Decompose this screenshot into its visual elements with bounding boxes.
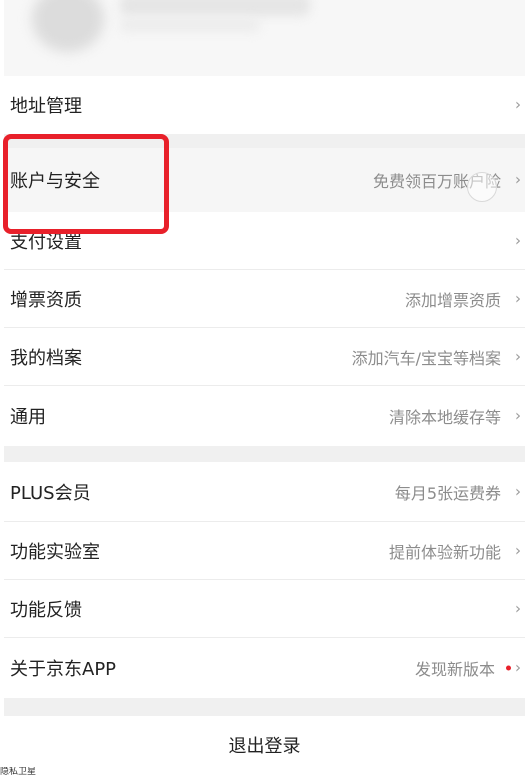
chevron-right-icon: › — [515, 541, 521, 560]
section-gap — [4, 698, 525, 716]
username-blurred — [120, 0, 310, 16]
section-gap — [4, 446, 525, 462]
row-value: 发现新版本 — [414, 660, 495, 679]
row-feature-lab[interactable]: 功能实验室 提前体验新功能 › — [4, 522, 525, 580]
highlight-box — [3, 134, 169, 234]
row-invoice-qualification[interactable]: 增票资质 添加增票资质 › — [4, 270, 525, 328]
profile-header[interactable] — [4, 0, 525, 76]
avatar — [32, 0, 104, 52]
row-label: 功能实验室 — [10, 542, 100, 563]
row-about-app[interactable]: 关于京东APP 发现新版本 › — [4, 638, 525, 698]
chevron-right-icon: › — [515, 289, 521, 308]
red-dot-icon — [506, 665, 511, 671]
row-value: 添加增票资质 — [404, 291, 501, 310]
logout-label: 退出登录 — [228, 736, 301, 757]
chevron-right-icon: › — [515, 347, 521, 366]
logout-button[interactable]: 退出登录 — [4, 716, 525, 774]
row-label: 地址管理 — [10, 96, 82, 117]
row-address[interactable]: 地址管理 › — [4, 76, 525, 134]
user-info-blurred — [120, 18, 260, 32]
row-label: 我的档案 — [10, 348, 82, 369]
row-label: 功能反馈 — [10, 600, 82, 621]
row-my-archive[interactable]: 我的档案 添加汽车/宝宝等档案 › — [4, 328, 525, 386]
row-feedback[interactable]: 功能反馈 › — [4, 580, 525, 638]
chevron-right-icon: › — [515, 170, 521, 189]
row-label: 关于京东APP — [10, 659, 117, 680]
row-value: 每月5张运费券 — [394, 484, 501, 503]
chevron-right-icon: › — [515, 482, 521, 501]
row-value: 提前体验新功能 — [388, 543, 501, 562]
row-value: 清除本地缓存等 — [388, 408, 501, 427]
row-value: 添加汽车/宝宝等档案 — [351, 349, 501, 368]
chevron-right-icon: › — [515, 599, 521, 618]
chevron-right-icon: › — [515, 406, 521, 425]
row-label: 增票资质 — [10, 290, 82, 311]
row-plus-membership[interactable]: PLUS会员 每月5张运费券 › — [4, 462, 525, 522]
row-label: PLUS会员 — [10, 483, 91, 504]
touch-indicator — [467, 172, 497, 202]
footer-text: 隐私卫星 — [0, 767, 37, 777]
chevron-right-icon: › — [515, 658, 521, 677]
chevron-right-icon: › — [515, 95, 521, 114]
chevron-right-icon: › — [515, 231, 521, 250]
row-general[interactable]: 通用 清除本地缓存等 › — [4, 386, 525, 446]
row-label: 通用 — [10, 407, 46, 428]
